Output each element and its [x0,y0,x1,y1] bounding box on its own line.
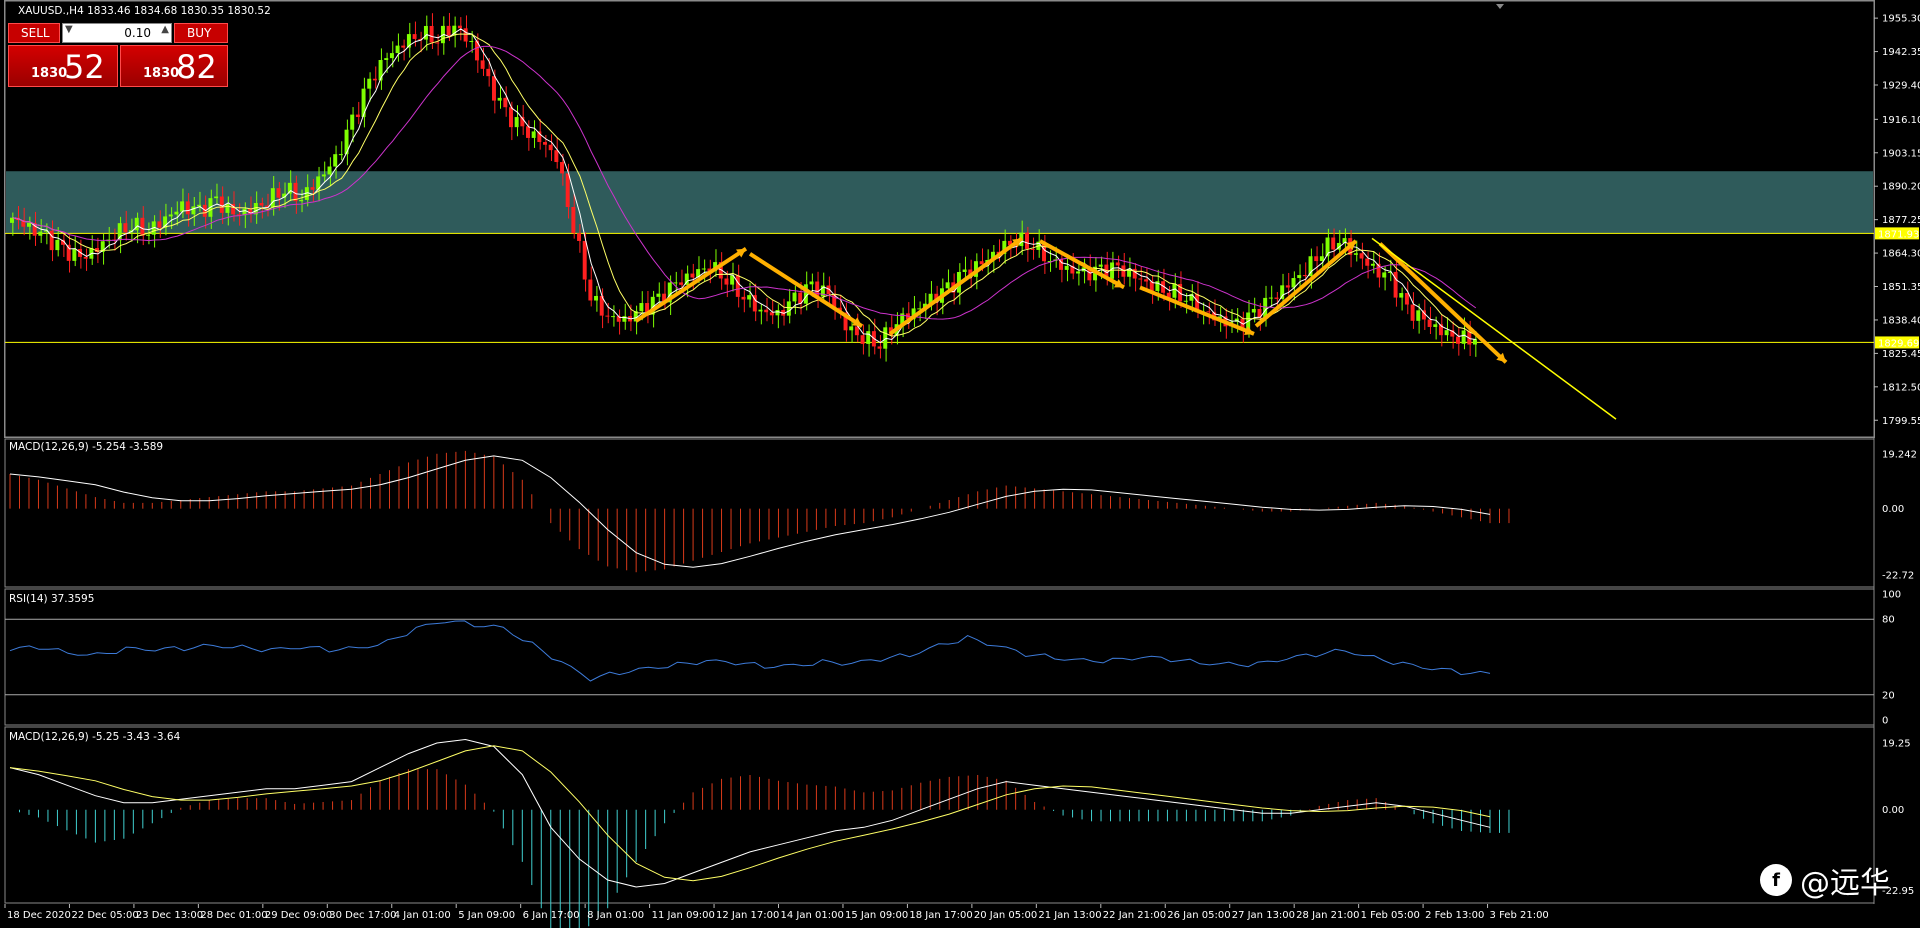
time-tick-label: 27 Jan 13:00 [1232,910,1295,921]
sell-price-box[interactable]: 1830 52 [8,45,118,87]
macd1-tick-label: 19.242 [1882,449,1917,460]
price-tick-label: 1799.55 [1882,416,1920,427]
time-tick-label: 28 Dec 01:00 [200,910,267,921]
macd2-tick-label: 19.25 [1882,739,1911,750]
macd2-histogram [18,769,1510,928]
lot-increase-icon[interactable]: ▲ [161,24,169,35]
time-tick-label: 22 Dec 05:00 [71,910,138,921]
lot-value: 0.10 [124,26,151,40]
sell-price-big: 52 [64,48,105,86]
price-tick-label: 1877.25 [1882,215,1920,226]
price-tick-label: 1812.50 [1882,382,1920,393]
sell-price-prefix: 1830 [31,66,68,81]
chart-window: XAUUSD.,H4 1833.46 1834.68 1830.35 1830.… [0,0,1920,928]
lot-decrease-icon[interactable]: ▼ [65,24,73,35]
level-upper-label: 1871.93 [1878,229,1919,240]
buy-price-box[interactable]: 1830 82 [120,45,228,87]
macd1-label: MACD(12,26,9) -5.254 -3.589 [9,441,164,453]
level-upper-tag [1875,227,1919,240]
time-tick-label: 20 Jan 05:00 [974,910,1037,921]
time-tick-label: 28 Jan 21:00 [1296,910,1359,921]
time-tick-label: 15 Jan 09:00 [845,910,908,921]
price-tick-label: 1929.40 [1882,81,1920,92]
pane-border-3 [4,726,1875,904]
macd2-signal-line [9,745,1491,882]
macd2-label: MACD(12,26,9) -5.25 -3.43 -3.64 [9,731,181,743]
rsi-label: RSI(14) 37.3595 [9,593,95,605]
price-tick-label: 1903.15 [1882,148,1920,159]
price-tick-label: 1864.30 [1882,249,1920,260]
rsi-tick-label: 0 [1882,716,1888,727]
sell-label: SELL [21,26,50,40]
time-tick-label: 3 Feb 21:00 [1490,910,1549,921]
time-tick-label: 12 Jan 17:00 [716,910,779,921]
rsi-line [9,620,1491,682]
time-tick-label: 26 Jan 05:00 [1167,910,1230,921]
buy-price-big: 82 [176,48,217,86]
price-tick-label: 1838.40 [1882,315,1920,326]
symbol-caption: XAUUSD.,H4 1833.46 1834.68 1830.35 1830.… [18,5,271,17]
price-tick-label: 1942.35 [1882,47,1920,58]
sell-button[interactable]: SELL [8,23,60,43]
brand-logo-icon: f [1760,864,1792,896]
time-tick-label: 18 Jan 17:00 [909,910,972,921]
price-tick-label: 1890.20 [1882,182,1920,193]
time-tick-label: 11 Jan 09:00 [652,910,715,921]
macd2-tick-label: 0.00 [1882,805,1904,816]
buy-button[interactable]: BUY [174,23,228,43]
time-tick-label: 4 Jan 01:00 [394,910,451,921]
price-tick-label: 1916.10 [1882,115,1920,126]
level-lower-tag [1875,336,1919,349]
time-tick-label: 21 Jan 13:00 [1038,910,1101,921]
watermark: f @远华 [1760,860,1910,901]
macd1-histogram [9,450,1510,573]
price-tick-label: 1851.35 [1882,282,1920,293]
one-click-trade-panel: SELL ▼ 0.10 ▲ BUY 1830 52 1830 82 [8,23,228,87]
time-tick-label: 8 Jan 01:00 [587,910,644,921]
rsi-tick-label: 20 [1882,690,1895,701]
buy-price-prefix: 1830 [143,66,180,81]
time-tick-label: 1 Feb 05:00 [1361,910,1420,921]
price-tick-label: 1825.45 [1882,349,1920,360]
macd1-tick-label: 0.00 [1882,504,1904,515]
time-tick-label: 6 Jan 17:00 [523,910,580,921]
lot-stepper[interactable]: ▼ 0.10 ▲ [62,23,172,43]
pane-border-2 [4,588,1875,726]
macd2-main-line [9,738,1491,888]
pane-border-1 [4,438,1875,588]
time-tick-label: 23 Dec 13:00 [136,910,203,921]
price-pane[interactable] [4,0,1875,438]
rsi-tick-label: 100 [1882,590,1901,601]
watermark-text: @远华 [1800,866,1890,901]
macd1-tick-label: -22.72 [1882,571,1914,582]
time-tick-label: 14 Jan 01:00 [781,910,844,921]
time-tick-label: 5 Jan 09:00 [458,910,515,921]
time-tick-label: 22 Jan 21:00 [1103,910,1166,921]
level-lower-label: 1829.69 [1878,338,1919,349]
price-tick-label: 1955.30 [1882,14,1920,25]
time-tick-label: 18 Dec 2020 [7,910,71,921]
rsi-tick-label: 80 [1882,615,1895,626]
time-tick-label: 30 Dec 17:00 [329,910,396,921]
time-tick-label: 29 Dec 09:00 [265,910,332,921]
buy-label: BUY [187,26,212,40]
time-tick-label: 2 Feb 13:00 [1425,910,1484,921]
macd1-signal-line [9,455,1491,568]
